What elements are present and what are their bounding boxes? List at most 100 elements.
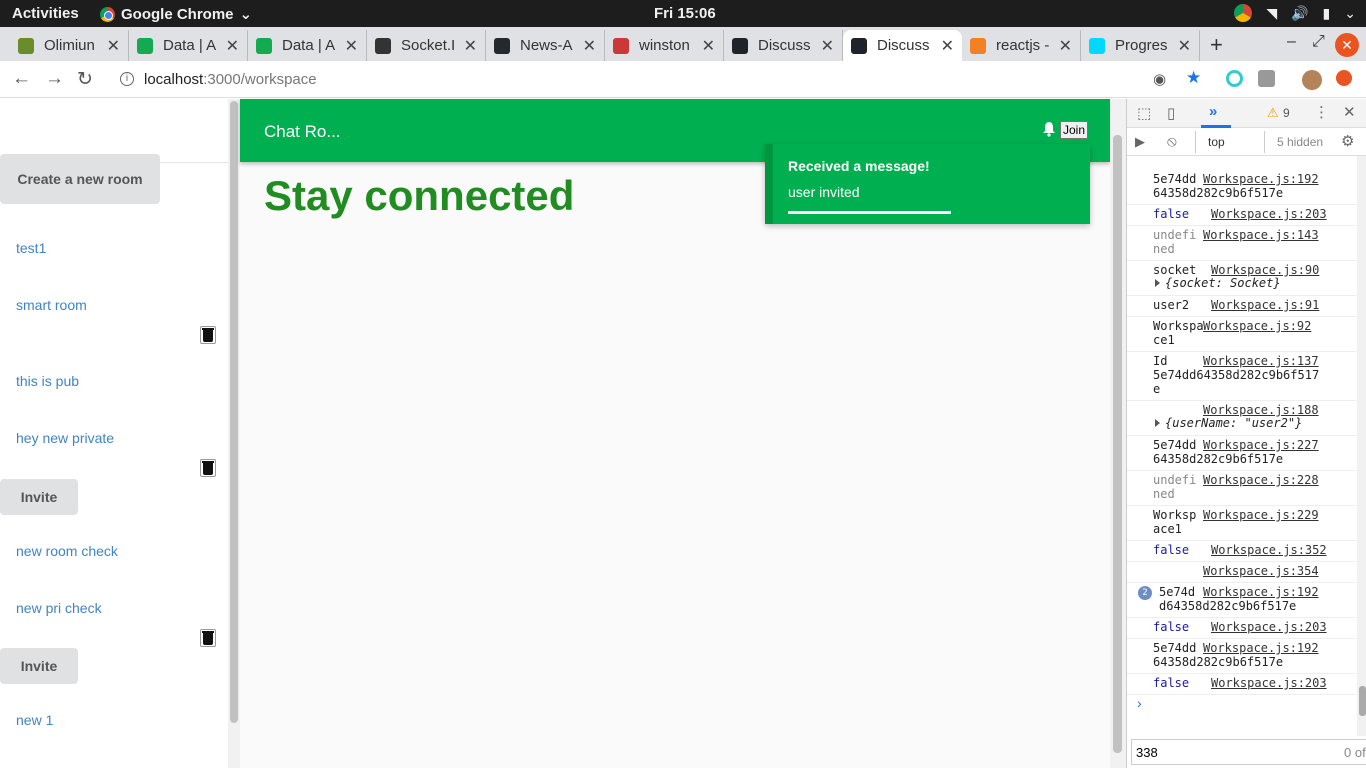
back-icon[interactable]: ← xyxy=(12,68,31,90)
browser-tab[interactable]: winston ✕ xyxy=(605,30,724,61)
source-link[interactable]: Workspace.js:92 xyxy=(1203,319,1311,333)
source-link[interactable]: Workspace.js:354 xyxy=(1203,564,1319,578)
source-link[interactable]: Workspace.js:188 xyxy=(1203,403,1319,417)
browser-tab[interactable]: Data | A ✕ xyxy=(248,30,367,61)
source-link[interactable]: Workspace.js:192 xyxy=(1203,641,1319,655)
more-tabs-icon[interactable]: » xyxy=(1209,103,1217,120)
close-tab-icon[interactable]: ✕ xyxy=(702,36,715,56)
system-tray[interactable]: ◥ 🔊 ▮ ⌄ xyxy=(1234,4,1356,22)
source-link[interactable]: Workspace.js:143 xyxy=(1203,228,1319,242)
tab-title: Olimiun xyxy=(44,37,95,54)
info-icon[interactable]: i xyxy=(120,72,134,86)
profile-avatar[interactable] xyxy=(1302,70,1322,90)
browser-tab[interactable]: Progres ✕ xyxy=(1081,30,1200,61)
window-close-icon[interactable]: ✕ xyxy=(1335,33,1359,57)
object-preview[interactable]: {socket: Socket} xyxy=(1165,276,1281,290)
notification-toast[interactable]: Received a message! user invited xyxy=(765,144,1090,224)
source-link[interactable]: Workspace.js:228 xyxy=(1203,473,1319,487)
extension-icon[interactable] xyxy=(1258,70,1275,87)
browser-tab[interactable]: reactjs - ✕ xyxy=(962,30,1081,61)
sidebar-scrollbar[interactable] xyxy=(228,99,240,768)
scrollbar-thumb[interactable] xyxy=(230,101,238,723)
source-link[interactable]: Workspace.js:229 xyxy=(1203,508,1319,522)
close-tab-icon[interactable]: ✕ xyxy=(1059,36,1072,56)
warning-icon[interactable]: ⚠ xyxy=(1267,105,1279,121)
source-link[interactable]: Workspace.js:192 xyxy=(1203,172,1319,186)
rooms-sidebar: Create a new room test1 smart room this … xyxy=(0,99,228,768)
context-selector[interactable]: top xyxy=(1195,131,1265,153)
gear-icon[interactable]: ⚙ xyxy=(1341,132,1354,150)
source-link[interactable]: Workspace.js:192 xyxy=(1203,585,1319,599)
app-menu-label: Google Chrome xyxy=(121,5,234,23)
incognito-extension-icon[interactable]: ◉ xyxy=(1153,70,1173,90)
source-link[interactable]: Workspace.js:203 xyxy=(1211,620,1327,634)
reload-icon[interactable]: ↻ xyxy=(77,68,93,91)
inspect-element-icon[interactable]: ⬚ xyxy=(1137,104,1151,122)
chrome-tray-icon[interactable] xyxy=(1234,4,1253,22)
kebab-menu-icon[interactable]: ⋮ xyxy=(1314,103,1329,121)
battery-icon: ▮ xyxy=(1322,4,1331,21)
object-preview[interactable]: {userName: "user2"} xyxy=(1165,416,1302,430)
clock[interactable]: Fri 15:06 xyxy=(654,5,716,22)
invite-button[interactable]: Invite xyxy=(0,648,78,684)
room-link[interactable]: new 1 xyxy=(16,712,53,728)
room-link[interactable]: hey new private xyxy=(16,430,114,446)
device-toggle-icon[interactable]: ▯ xyxy=(1167,104,1175,122)
console-scrollbar[interactable] xyxy=(1357,156,1366,736)
source-link[interactable]: Workspace.js:203 xyxy=(1211,207,1327,221)
trash-icon[interactable] xyxy=(200,459,216,477)
trash-icon[interactable] xyxy=(200,629,216,647)
room-link[interactable]: this is pub xyxy=(16,373,79,389)
close-tab-icon[interactable]: ✕ xyxy=(1178,36,1191,56)
close-tab-icon[interactable]: ✕ xyxy=(226,36,239,56)
console-search-input[interactable]: 338 0 of xyxy=(1131,739,1366,765)
trash-icon[interactable] xyxy=(200,326,216,344)
console-message: user2 xyxy=(1153,298,1190,312)
create-room-button[interactable]: Create a new room xyxy=(0,154,160,204)
close-icon[interactable]: ✕ xyxy=(1343,103,1356,121)
minimize-icon[interactable]: – xyxy=(1287,33,1296,51)
scrollbar-thumb[interactable] xyxy=(1113,135,1122,753)
forward-icon[interactable]: → xyxy=(45,68,64,90)
expand-triangle-icon[interactable] xyxy=(1155,419,1160,427)
new-tab-icon[interactable]: + xyxy=(1210,32,1223,58)
source-link[interactable]: Workspace.js:137 xyxy=(1203,354,1319,368)
browser-tab[interactable]: Olimiun ✕ xyxy=(10,30,129,61)
expand-triangle-icon[interactable] xyxy=(1155,279,1160,287)
room-link[interactable]: new pri check xyxy=(16,600,102,616)
browser-tab[interactable]: Socket.I ✕ xyxy=(367,30,486,61)
close-tab-icon[interactable]: ✕ xyxy=(821,36,834,56)
source-link[interactable]: Workspace.js:352 xyxy=(1211,543,1327,557)
source-link[interactable]: Workspace.js:227 xyxy=(1203,438,1319,452)
close-tab-icon[interactable]: ✕ xyxy=(941,36,954,56)
invite-button[interactable]: Invite xyxy=(0,479,78,515)
console-prompt-icon[interactable]: › xyxy=(1137,695,1142,711)
source-link[interactable]: Workspace.js:90 xyxy=(1211,263,1319,277)
room-link[interactable]: test1 xyxy=(16,240,46,256)
address-bar[interactable]: i localhost:3000/workspace xyxy=(110,65,1110,93)
scrollbar-thumb[interactable] xyxy=(1359,686,1366,716)
close-tab-icon[interactable]: ✕ xyxy=(345,36,358,56)
bell-icon[interactable] xyxy=(1042,121,1056,137)
browser-tab[interactable]: Discuss ✕ xyxy=(724,30,843,61)
close-tab-icon[interactable]: ✕ xyxy=(107,36,120,56)
extension-icon[interactable] xyxy=(1226,70,1243,87)
bookmark-star-icon[interactable]: ★ xyxy=(1186,68,1206,88)
join-button[interactable]: Join xyxy=(1060,121,1089,139)
close-tab-icon[interactable]: ✕ xyxy=(464,36,477,56)
source-link[interactable]: Workspace.js:91 xyxy=(1211,298,1319,312)
clear-console-icon[interactable]: ⦸ xyxy=(1167,133,1177,150)
browser-tab[interactable]: News-A ✕ xyxy=(486,30,605,61)
source-link[interactable]: Workspace.js:203 xyxy=(1211,676,1327,690)
activities-button[interactable]: Activities xyxy=(12,5,79,22)
maximize-icon[interactable]: ⤢ xyxy=(1312,33,1325,51)
close-tab-icon[interactable]: ✕ xyxy=(583,36,596,56)
sidebar-toggle-icon[interactable]: ▶ xyxy=(1135,134,1145,150)
room-link[interactable]: smart room xyxy=(16,297,87,313)
update-icon[interactable] xyxy=(1336,70,1352,86)
page-scrollbar[interactable] xyxy=(1110,99,1126,768)
browser-tab[interactable]: Discuss ✕ xyxy=(843,30,962,61)
browser-tab[interactable]: Data | A ✕ xyxy=(129,30,248,61)
room-link[interactable]: new room check xyxy=(16,543,118,559)
app-menu[interactable]: Google Chrome ⌄ xyxy=(100,5,252,23)
